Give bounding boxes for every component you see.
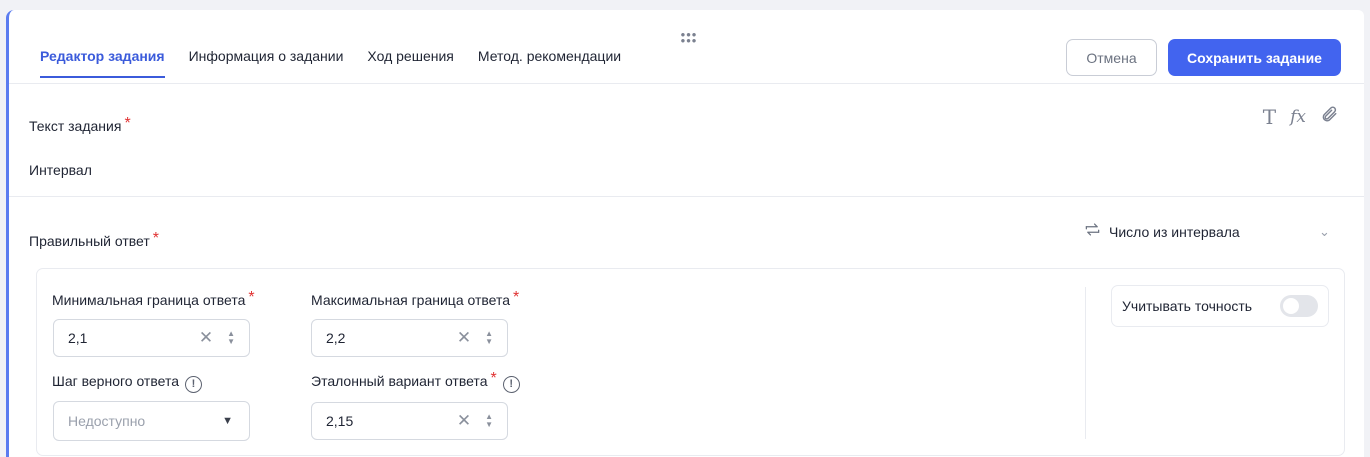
- editor-tabs: Редактор задания Информация о задании Хо…: [40, 48, 645, 78]
- tab-task-editor[interactable]: Редактор задания: [40, 48, 165, 78]
- caret-down-icon: ▼: [222, 415, 233, 427]
- task-text-label: Текст задания *: [29, 115, 131, 134]
- attach-icon[interactable]: [1320, 105, 1338, 129]
- min-bound-label: Минимальная граница ответа *: [52, 289, 255, 308]
- stepper-icon[interactable]: ▲ ▼: [485, 330, 493, 346]
- answer-type-selector[interactable]: Число из интервала: [1084, 222, 1240, 242]
- clear-icon[interactable]: ✕: [457, 411, 471, 431]
- interval-settings-panel: Минимальная граница ответа * 2,1 ✕ ▲ ▼ Мак…: [36, 268, 1345, 456]
- divider: [1085, 287, 1086, 439]
- cancel-button[interactable]: Отмена: [1066, 39, 1157, 76]
- task-text-section: Текст задания * Интервал T fx: [9, 85, 1364, 197]
- min-bound-input[interactable]: 2,1 ✕ ▲ ▼: [53, 319, 250, 357]
- save-task-button[interactable]: Сохранить задание: [1168, 39, 1341, 76]
- stepper-icon[interactable]: ▲ ▼: [227, 330, 235, 346]
- text-format-icon[interactable]: T: [1263, 105, 1276, 129]
- tab-solution-steps[interactable]: Ход решения: [367, 48, 453, 76]
- info-icon[interactable]: !: [185, 375, 202, 393]
- task-text-value[interactable]: Интервал: [29, 162, 92, 178]
- task-editor-card: ••• ••• Редактор задания Информация о зад…: [6, 10, 1364, 457]
- tab-method-recommendations[interactable]: Метод. рекомендации: [478, 48, 621, 76]
- text-toolbar: T fx: [1263, 105, 1338, 129]
- tab-task-info[interactable]: Информация о задании: [189, 48, 344, 76]
- required-mark: *: [152, 230, 159, 247]
- reference-answer-input[interactable]: 2,15 ✕ ▲ ▼: [311, 402, 508, 440]
- precision-label: Учитывать точность: [1122, 298, 1253, 314]
- answer-step-label: Шаг верного ответа!: [52, 373, 202, 393]
- max-bound-input[interactable]: 2,2 ✕ ▲ ▼: [311, 319, 508, 357]
- precision-toggle[interactable]: [1280, 295, 1318, 317]
- stepper-icon[interactable]: ▲ ▼: [485, 413, 493, 429]
- swap-icon: [1084, 222, 1101, 242]
- info-icon[interactable]: !: [502, 375, 520, 393]
- answer-step-select[interactable]: Недоступно ▼: [53, 401, 250, 441]
- formula-icon[interactable]: fx: [1290, 107, 1306, 127]
- precision-toggle-box: Учитывать точность: [1111, 285, 1329, 327]
- editor-header: ••• ••• Редактор задания Информация о зад…: [9, 10, 1364, 84]
- clear-icon[interactable]: ✕: [199, 328, 213, 348]
- required-mark: *: [124, 115, 131, 132]
- reference-answer-label: Эталонный вариант ответа *!: [311, 370, 520, 393]
- correct-answer-label: Правильный ответ *: [29, 230, 159, 249]
- max-bound-label: Максимальная граница ответа *: [311, 289, 520, 308]
- chevron-down-icon[interactable]: ⌄: [1319, 224, 1330, 240]
- clear-icon[interactable]: ✕: [457, 328, 471, 348]
- drag-handle-icon[interactable]: ••• •••: [679, 28, 699, 47]
- answer-type-label: Число из интервала: [1109, 224, 1240, 240]
